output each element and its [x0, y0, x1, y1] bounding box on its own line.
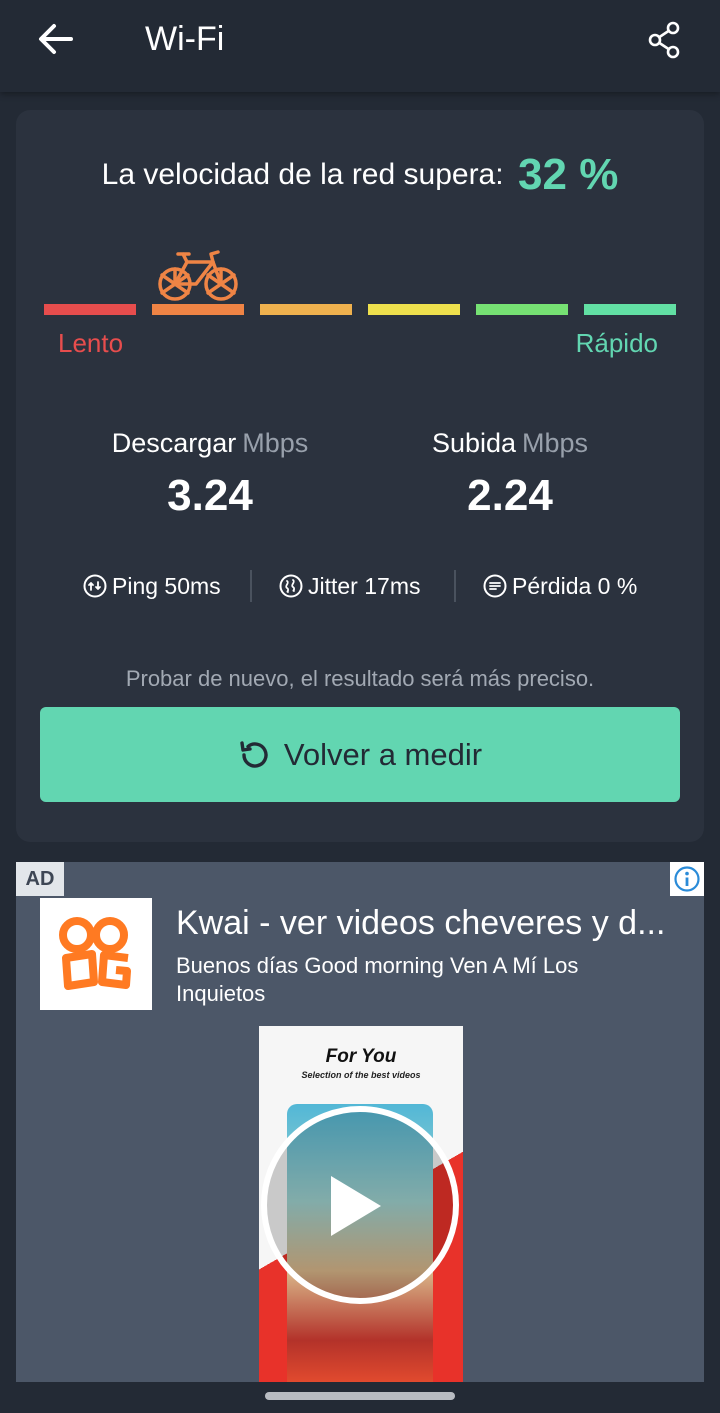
- scale-segment: [476, 304, 568, 315]
- ad-banner[interactable]: AD Kwai - ver videos cheveres y d... Bue…: [16, 862, 704, 1382]
- upload-unit: Mbps: [522, 428, 589, 458]
- ad-title[interactable]: Kwai - ver videos cheveres y d...: [176, 904, 686, 943]
- bicycle-icon: [158, 250, 238, 301]
- retest-hint: Probar de nuevo, el resultado será más p…: [125, 666, 595, 691]
- scale-label-slow: Lento: [58, 328, 124, 358]
- scale-segment: [584, 304, 676, 315]
- scale-segment: [260, 304, 352, 315]
- scale-segment: [368, 304, 460, 315]
- app-bar: Wi-Fi: [0, 0, 720, 92]
- download-label: Descargar: [111, 428, 237, 458]
- upload-value: 2.24: [467, 471, 553, 520]
- scale-segment: [152, 304, 244, 315]
- share-button[interactable]: [636, 12, 692, 68]
- ad-badge: AD: [16, 862, 64, 896]
- ad-video-subtitle: Selection of the best videos: [301, 1070, 421, 1080]
- share-icon: [648, 21, 680, 59]
- arrow-left-icon: [39, 24, 73, 54]
- packet-loss-icon: [483, 574, 507, 598]
- refresh-icon: [240, 740, 268, 768]
- scale-segment: [44, 304, 136, 315]
- play-icon: [331, 1176, 381, 1236]
- download-unit: Mbps: [242, 428, 309, 458]
- home-indicator[interactable]: [265, 1392, 455, 1400]
- download-metric: Descargar Mbps 3.24: [60, 428, 360, 521]
- download-value: 3.24: [167, 471, 253, 520]
- result-card: La velocidad de la red supera: 32 % Lent…: [16, 110, 704, 842]
- ping-icon: [83, 574, 107, 598]
- jitter-stat: Jitter 17ms: [278, 568, 420, 604]
- percent-value: 32 %: [518, 150, 619, 199]
- ad-video[interactable]: For You Selection of the best videos: [259, 1026, 463, 1382]
- ping-stat: Ping 50ms: [82, 568, 221, 604]
- stats-divider: [454, 570, 456, 602]
- jitter-icon: [279, 574, 303, 598]
- upload-label: Subida: [431, 428, 517, 458]
- retest-button-label: Volver a medir: [283, 736, 483, 772]
- retest-button[interactable]: Volver a medir: [40, 707, 680, 802]
- speed-headline: La velocidad de la red supera: 32 %: [16, 150, 704, 200]
- kwai-logo[interactable]: [40, 898, 152, 1010]
- page-title: Wi-Fi: [145, 20, 225, 58]
- ad-subtitle: Buenos días Good morning Ven A Mí Los In…: [176, 953, 579, 1006]
- loss-stat: Pérdida 0 %: [482, 568, 637, 604]
- ad-info-button[interactable]: [670, 862, 704, 896]
- loss-text: Pérdida 0 %: [512, 572, 638, 599]
- kwai-logo-icon: [59, 917, 131, 990]
- upload-metric: Subida Mbps 2.24: [360, 428, 660, 521]
- ad-video-title: For You: [325, 1046, 397, 1067]
- network-stats: Ping 50ms Jitter 17ms Pérdida 0 %: [16, 568, 704, 604]
- ping-text: Ping 50ms: [112, 572, 221, 599]
- headline-text: La velocidad de la red supera:: [101, 158, 504, 191]
- scale-label-fast: Rápido: [575, 328, 658, 358]
- stats-divider: [250, 570, 252, 602]
- info-icon: [674, 866, 700, 892]
- back-button[interactable]: [30, 14, 82, 64]
- jitter-text: Jitter 17ms: [308, 572, 421, 599]
